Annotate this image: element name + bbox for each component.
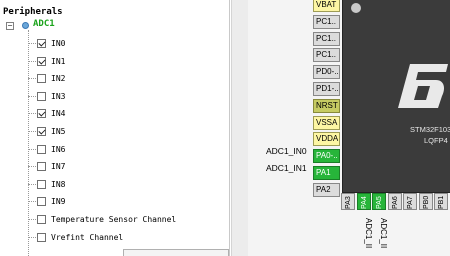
channel-label: IN5 (51, 127, 66, 136)
bottom-pin-label: PA5 (376, 196, 383, 209)
bottom-pin-label: PA3 (345, 196, 352, 209)
channel-label: IN0 (51, 39, 66, 48)
tree-branch-line (28, 95, 36, 97)
chip-package: LQFP4 (424, 136, 448, 145)
channel-label: IN7 (51, 162, 66, 172)
bottom-pin[interactable]: PA6 (387, 193, 402, 210)
tree-branch-line (28, 236, 36, 238)
left-pin[interactable]: VSSA (313, 115, 340, 130)
left-pin[interactable]: NRST (313, 98, 340, 113)
st-logo-icon (398, 64, 448, 108)
channel-row[interactable]: IN8 (37, 177, 65, 192)
channel-row[interactable]: IN2 (37, 71, 65, 86)
tree-header: Peripherals (3, 7, 63, 17)
channel-checkbox[interactable] (37, 56, 46, 66)
tree-branch-line (28, 201, 36, 203)
collapse-icon[interactable]: − (6, 22, 14, 30)
channel-label: Vrefint Channel (51, 232, 124, 242)
left-pin[interactable]: VDDA (313, 132, 340, 147)
channel-row[interactable]: Vrefint Channel (37, 230, 123, 245)
channel-checkbox[interactable] (37, 127, 46, 136)
channel-checkbox[interactable] (37, 74, 46, 84)
left-pin[interactable]: PA1 (313, 166, 340, 180)
pa0-signal-label: ADC1_IN0 (266, 146, 307, 156)
bottom-pin-label: PA4 (360, 196, 368, 209)
tree-branch-line (28, 166, 36, 168)
bottom-pin[interactable]: PA5 (372, 193, 386, 210)
left-pin[interactable]: PA2 (313, 182, 340, 197)
channel-label: IN3 (51, 91, 66, 101)
channel-row[interactable]: IN3 (37, 89, 65, 104)
left-pin[interactable]: PD1-.. (313, 82, 340, 96)
channel-label: IN2 (51, 74, 66, 84)
pin1-marker (351, 3, 361, 13)
channel-row[interactable]: IN4 (37, 106, 65, 121)
bottom-pin[interactable]: PB1 (434, 193, 448, 210)
channel-checkbox[interactable] (37, 109, 46, 119)
channel-row[interactable]: IN7 (37, 159, 65, 174)
bottom-pin-label: PB0 (422, 195, 430, 209)
channel-row[interactable]: IN0 (37, 36, 65, 51)
tree-branch-line (28, 183, 36, 185)
channel-row[interactable]: IN1 (37, 54, 65, 69)
bottom-pin-label: PB1 (438, 195, 445, 209)
chip-part-number: STM32F103 (410, 125, 450, 134)
tree-branch-line (28, 43, 36, 44)
left-pin[interactable]: PC1.. (313, 31, 340, 46)
tree-branch-line (28, 113, 36, 115)
left-pin[interactable]: VBAT (313, 0, 340, 12)
pa1-signal-label: ADC1_IN1 (266, 163, 307, 173)
channel-checkbox[interactable] (37, 197, 46, 207)
channel-row[interactable]: IN6 (37, 142, 65, 157)
channel-checkbox[interactable] (37, 215, 46, 224)
tree-branch-line (28, 131, 36, 132)
left-pin[interactable]: PA0-.. (313, 149, 340, 164)
channel-checkbox[interactable] (37, 144, 46, 154)
bottom-pin[interactable]: PA4 (356, 193, 371, 210)
channel-checkbox[interactable] (37, 162, 46, 172)
pa4-signal-label: ADC1_II (364, 218, 373, 249)
channel-row[interactable]: IN5 (37, 124, 65, 139)
bottom-pin-label: PA7 (407, 196, 414, 209)
tree-branch-line (28, 219, 36, 220)
bottom-pin[interactable]: PA7 (403, 193, 417, 210)
tree-branch-line (28, 148, 36, 150)
channel-label: Temperature Sensor Channel (51, 215, 177, 224)
splitter-scrollbar[interactable] (231, 0, 248, 256)
left-pin[interactable]: PC1.. (313, 14, 340, 29)
pa5-signal-label: ADC1_II (379, 218, 388, 249)
panel-divider (229, 0, 230, 256)
bottom-pin-label: PA6 (391, 196, 399, 209)
channel-checkbox[interactable] (37, 39, 46, 48)
bottom-pin[interactable]: PB0 (418, 193, 433, 210)
peripherals-tree-panel: Peripherals − ADC1 IN0 IN1 IN2 IN3 IN4 IN5 IN6… (0, 0, 230, 256)
channel-checkbox[interactable] (37, 179, 46, 189)
channel-select-field[interactable] (123, 249, 229, 256)
tree-guide-line (28, 30, 29, 256)
channel-label: IN4 (51, 109, 66, 119)
adc1-node-label[interactable]: ADC1 (33, 19, 55, 29)
channel-label: IN1 (51, 56, 66, 66)
channel-label: IN8 (51, 179, 66, 189)
channel-checkbox[interactable] (37, 232, 46, 242)
left-pin[interactable]: PD0-.. (313, 65, 340, 80)
peripheral-node-icon (22, 22, 29, 29)
channel-row[interactable]: IN9 (37, 194, 65, 209)
channel-row[interactable]: Temperature Sensor Channel (37, 212, 176, 227)
tree-branch-line (28, 60, 36, 62)
channel-label: IN9 (51, 197, 66, 207)
channel-checkbox[interactable] (37, 91, 46, 101)
bottom-pin[interactable]: PA3 (341, 193, 355, 210)
left-pin[interactable]: PC1.. (313, 48, 340, 63)
channel-label: IN6 (51, 144, 66, 154)
tree-branch-line (28, 78, 36, 80)
